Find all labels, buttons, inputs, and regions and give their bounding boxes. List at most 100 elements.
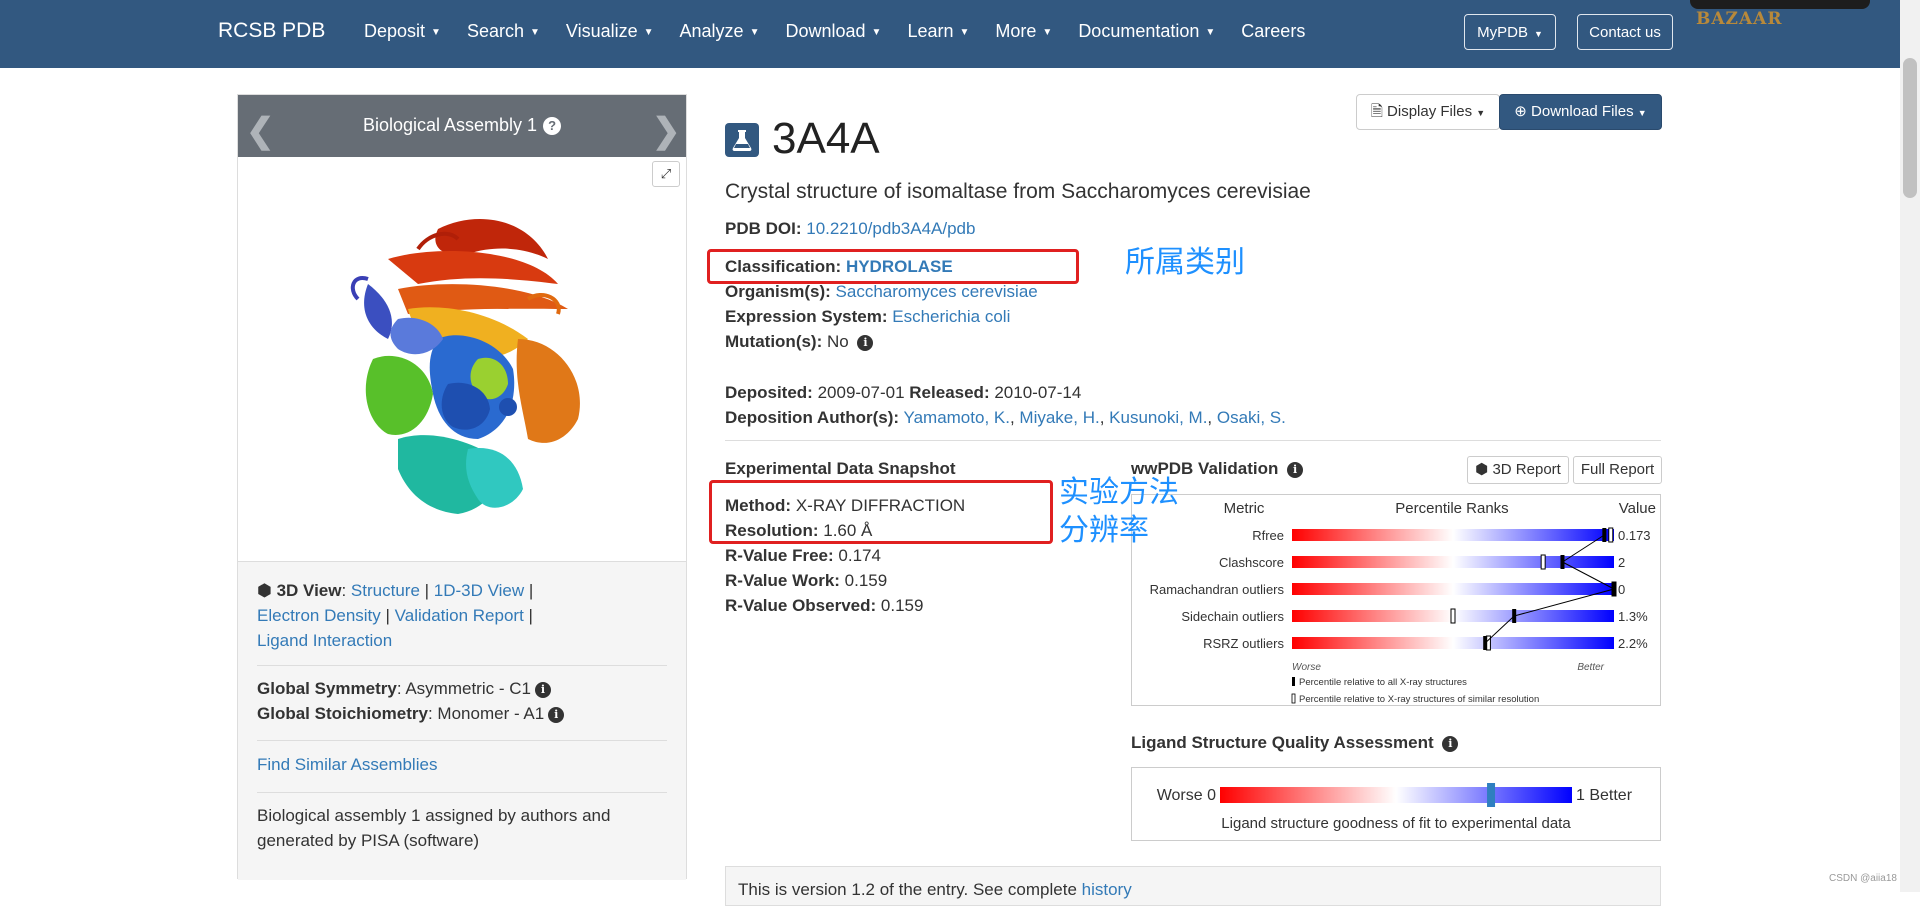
- section-divider: [725, 440, 1661, 441]
- nav-documentation[interactable]: Documentation ▼: [1078, 21, 1215, 42]
- download-files-button[interactable]: ⊕ Download Files ▼: [1499, 94, 1662, 130]
- nav-menu: Deposit ▼ Search ▼ Visualize ▼ Analyze ▼ Dow…: [364, 21, 1331, 42]
- assembly-header: ❮ Biological Assembly 1? ❯: [238, 95, 686, 157]
- scrollbar-thumb[interactable]: [1903, 58, 1917, 198]
- legend-similar-text: Percentile relative to X-ray structures …: [1299, 694, 1539, 705]
- download-files-label: Download Files: [1531, 103, 1634, 120]
- validation-slider-panel: Metric Percentile Ranks Value Rfree 0.173 Cla…: [1131, 494, 1661, 706]
- structure-link[interactable]: Structure: [351, 581, 420, 600]
- bazaar-ad[interactable]: BAZAAR: [1690, 0, 1870, 32]
- info-icon[interactable]: i: [548, 707, 565, 723]
- nav-learn[interactable]: Learn ▼: [907, 21, 969, 42]
- divider: [257, 740, 667, 741]
- info-icon[interactable]: i: [1442, 736, 1459, 752]
- nav-search[interactable]: Search ▼: [467, 21, 540, 42]
- robs-label: R-Value Observed:: [725, 596, 877, 615]
- released-value: 2010-07-14: [994, 383, 1082, 402]
- nav-more[interactable]: More ▼: [995, 21, 1052, 42]
- validation-report-link[interactable]: Validation Report: [395, 606, 524, 625]
- 1d3d-view-link[interactable]: 1D-3D View: [434, 581, 524, 600]
- info-icon[interactable]: i: [534, 682, 551, 698]
- nav-careers[interactable]: Careers: [1241, 21, 1305, 42]
- history-link[interactable]: history: [1082, 880, 1132, 899]
- next-arrow-icon[interactable]: ❯: [652, 111, 681, 151]
- ligand-better-label: 1 Better: [1576, 787, 1633, 804]
- similar-resolution-marker: [1540, 554, 1546, 570]
- ligand-quality-graphic: Worse 0 1 Better Ligand structure goodness…: [1157, 783, 1633, 832]
- caret-down-icon: ▼: [1476, 108, 1486, 118]
- help-icon[interactable]: ?: [543, 117, 562, 135]
- full-report-button[interactable]: Full Report: [1573, 456, 1662, 484]
- author-link[interactable]: Kusunoki, M.: [1109, 408, 1207, 427]
- info-icon[interactable]: i: [857, 335, 874, 351]
- rfree-value: 0.174: [838, 546, 881, 565]
- worse-label: Worse: [1292, 662, 1321, 673]
- organism-label: Organism(s):: [725, 282, 831, 301]
- author-link[interactable]: Miyake, H.: [1019, 408, 1099, 427]
- ligand-worse-label: Worse 0: [1157, 787, 1216, 804]
- ligand-interaction-link[interactable]: Ligand Interaction: [257, 631, 392, 650]
- assembly-note: Biological assembly 1 assigned by author…: [257, 806, 611, 850]
- find-similar-link[interactable]: Find Similar Assemblies: [257, 755, 437, 774]
- nav-analyze-label: Analyze: [679, 21, 744, 41]
- cube-icon: ⬢: [257, 581, 272, 600]
- rfree-row: R-Value Free: 0.174: [725, 546, 881, 566]
- 3d-report-label: 3D Report: [1492, 461, 1561, 478]
- metric-label: Sidechain outliers: [1181, 609, 1284, 624]
- metric-label: RSRZ outliers: [1203, 636, 1284, 651]
- nav-download[interactable]: Download ▼: [785, 21, 881, 42]
- validation-slider-graphic: Metric Percentile Ranks Value Rfree 0.173 Cla…: [1150, 500, 1656, 705]
- organism-link[interactable]: Saccharomyces cerevisiae: [836, 282, 1038, 301]
- display-files-label: Display Files: [1387, 103, 1473, 120]
- file-icon: 🗎: [1370, 103, 1383, 120]
- ad-banner-edge: [1690, 0, 1870, 9]
- rfree-label: R-Value Free:: [725, 546, 834, 565]
- ligand-quality-marker: [1487, 783, 1496, 807]
- metric-label: Ramachandran outliers: [1150, 582, 1285, 597]
- doi-link[interactable]: 10.2210/pdb3A4A/pdb: [806, 219, 975, 238]
- expression-link[interactable]: Escherichia coli: [892, 307, 1010, 326]
- caret-down-icon: ▼: [749, 27, 760, 38]
- released-label: Released:: [909, 383, 990, 402]
- classification-highlight-box: [707, 249, 1079, 284]
- authors-row: Deposition Author(s): Yamamoto, K., Miya…: [725, 408, 1286, 427]
- metric-value: 0: [1618, 582, 1625, 597]
- percentile-bar: [1292, 637, 1614, 649]
- download-icon: ⊕: [1514, 103, 1527, 120]
- deposited-label: Deposited:: [725, 383, 813, 402]
- ligand-quality-bar: [1220, 787, 1572, 803]
- similar-resolution-marker: [1450, 608, 1456, 624]
- nav-learn-label: Learn: [907, 21, 954, 41]
- mypdb-button[interactable]: MyPDB ▼: [1464, 14, 1556, 50]
- info-icon[interactable]: i: [1287, 462, 1304, 478]
- percentile-bar: [1292, 556, 1614, 568]
- flask-icon: [725, 123, 759, 157]
- contact-button[interactable]: Contact us: [1577, 14, 1673, 50]
- find-similar: Find Similar Assemblies: [257, 752, 667, 777]
- better-label: Better: [1577, 662, 1604, 673]
- version-note: This is version 1.2 of the entry. See co…: [725, 866, 1661, 906]
- author-link[interactable]: Yamamoto, K.: [904, 408, 1010, 427]
- caret-down-icon: ▼: [1637, 108, 1647, 118]
- author-link[interactable]: Osaki, S.: [1217, 408, 1286, 427]
- display-files-button[interactable]: 🗎 Display Files ▼: [1356, 94, 1500, 130]
- value-column-header: Value: [1619, 500, 1656, 517]
- ligand-heading-text: Ligand Structure Quality Assessment: [1131, 733, 1434, 752]
- nav-deposit[interactable]: Deposit ▼: [364, 21, 441, 42]
- nav-analyze[interactable]: Analyze ▼: [680, 21, 760, 42]
- metric-label: Rfree: [1252, 528, 1284, 543]
- protein-structure-image[interactable]: [328, 189, 608, 529]
- caret-down-icon: ▼: [959, 27, 970, 38]
- brand-logo[interactable]: RCSB PDB: [218, 19, 325, 43]
- mypdb-label: MyPDB: [1477, 24, 1528, 41]
- nav-careers-label: Careers: [1241, 21, 1306, 41]
- electron-density-link[interactable]: Electron Density: [257, 606, 381, 625]
- ad-logo-text: BAZAAR: [1696, 9, 1783, 29]
- global-symmetry-label: Global Symmetry: [257, 679, 397, 698]
- 3d-report-button[interactable]: ⬢ 3D Report: [1467, 456, 1569, 484]
- nav-visualize[interactable]: Visualize ▼: [566, 21, 654, 42]
- caret-down-icon: ▼: [431, 27, 441, 38]
- similar-resolution-marker: [1608, 527, 1614, 543]
- divider: [257, 665, 667, 666]
- expand-icon[interactable]: ⤢: [652, 161, 680, 187]
